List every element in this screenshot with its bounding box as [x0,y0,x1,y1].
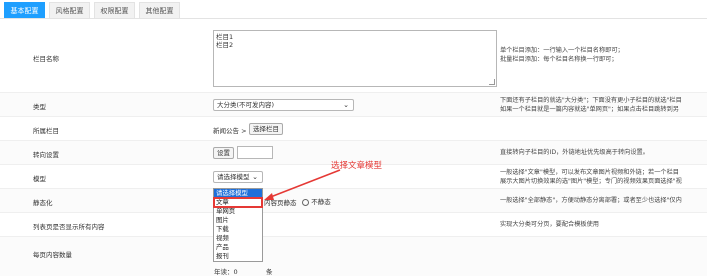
annotation-arrow-icon [264,169,341,200]
